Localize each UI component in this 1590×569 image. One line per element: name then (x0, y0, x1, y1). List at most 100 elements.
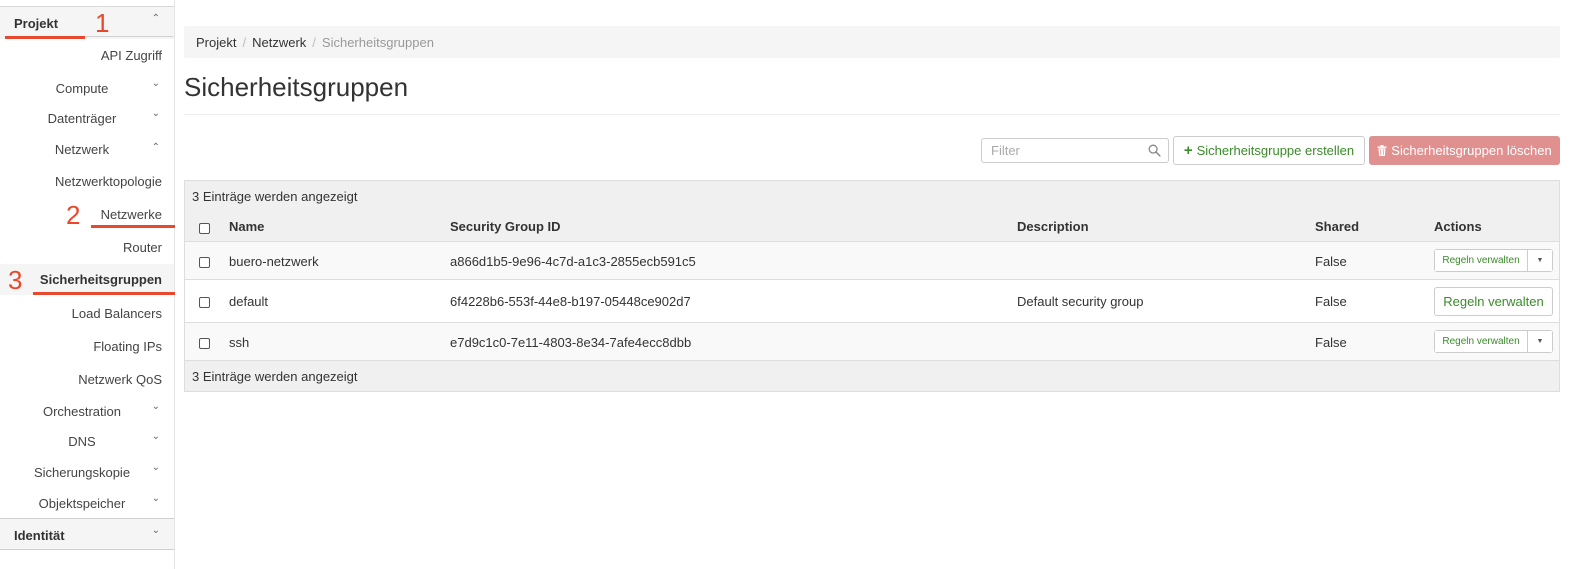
annotation-underline-3 (33, 292, 175, 295)
table-count-top: 3 Einträge werden angezeigt (185, 181, 1559, 211)
filter-field (981, 138, 1169, 163)
sidebar-item-label: Netzwerk QoS (78, 372, 162, 387)
row-checkbox[interactable] (199, 297, 210, 308)
table-header: Name Security Group ID Description Share… (185, 211, 1559, 242)
row-shared: False (1315, 254, 1347, 269)
sidebar-item-compute[interactable]: Compute ⌄ (0, 74, 174, 104)
sidebar-item-label: Sicherungskopie (33, 465, 131, 480)
sidebar-section-projekt[interactable]: Projekt ⌃ (0, 7, 174, 39)
sidebar-item-netzwerk[interactable]: Netzwerk ⌃ (0, 135, 174, 165)
chevron-down-icon: ⌄ (151, 493, 160, 504)
sidebar-item-label: Netzwerke (100, 207, 162, 222)
chevron-down-icon: ⌄ (151, 431, 160, 442)
sidebar-item-api-zugriff[interactable]: API Zugriff (0, 41, 174, 71)
breadcrumb-item-projekt[interactable]: Projekt (196, 35, 236, 50)
sidebar-item-router[interactable]: Router (0, 233, 174, 263)
row-name: ssh (229, 335, 250, 350)
sidebar: Projekt ⌃ 1 API Zugriff Compute ⌄ Datent… (0, 0, 175, 569)
sidebar-item-label: Floating IPs (93, 339, 162, 354)
column-header-shared[interactable]: Shared (1315, 219, 1359, 234)
column-header-security-group-id[interactable]: Security Group ID (450, 219, 561, 234)
sidebar-top-divider (0, 0, 174, 7)
sidebar-item-label: Load Balancers (71, 306, 162, 321)
trash-icon (1377, 145, 1387, 156)
row-shared: False (1315, 294, 1347, 309)
security-groups-table: 3 Einträge werden angezeigt Name Securit… (184, 180, 1560, 392)
sidebar-item-label: Sicherheitsgruppen (39, 272, 162, 287)
sidebar-item-sicherheitsgruppen[interactable]: Sicherheitsgruppen (0, 264, 174, 295)
row-actions-split-button: Regeln verwalten ▼ (1434, 330, 1553, 353)
sidebar-item-label: Netzwerktopologie (55, 174, 162, 189)
title-divider (184, 114, 1560, 115)
sidebar-item-orchestration[interactable]: Orchestration ⌄ (0, 397, 174, 427)
row-name: buero-netzwerk (229, 254, 319, 269)
manage-rules-button[interactable]: Regeln verwalten (1435, 250, 1528, 271)
chevron-down-icon: ⌄ (151, 525, 160, 536)
column-header-name[interactable]: Name (229, 219, 264, 234)
row-security-group-id: e7d9c1c0-7e11-4803-8e34-7afe4ecc8dbb (450, 335, 692, 350)
filter-input[interactable] (982, 139, 1142, 162)
sidebar-item-objektspeicher[interactable]: Objektspeicher ⌄ (0, 489, 174, 519)
row-description: Default security group (1017, 294, 1144, 309)
sidebar-item-label: Objektspeicher (38, 496, 126, 511)
select-all-checkbox[interactable] (199, 223, 210, 234)
sidebar-item-floating-ips[interactable]: Floating IPs (0, 332, 174, 362)
manage-rules-button[interactable]: Regeln verwalten (1435, 331, 1528, 352)
column-header-actions: Actions (1434, 219, 1482, 234)
row-checkbox[interactable] (199, 257, 210, 268)
manage-rules-button[interactable]: Regeln verwalten (1434, 287, 1553, 316)
chevron-down-icon: ⌄ (151, 401, 160, 412)
chevron-down-icon: ⌄ (151, 78, 160, 89)
row-checkbox[interactable] (199, 338, 210, 349)
sidebar-item-label: Router (122, 240, 162, 255)
sidebar-section-identitaet[interactable]: Identität ⌄ (0, 518, 174, 550)
sidebar-item-label: Orchestration (42, 404, 122, 419)
chevron-up-icon: ⌃ (151, 13, 160, 24)
annotation-number-3: 3 (8, 265, 23, 295)
annotation-underline-2 (91, 225, 175, 228)
sidebar-item-sicherungskopie[interactable]: Sicherungskopie ⌄ (0, 458, 174, 488)
breadcrumb-separator: / (242, 34, 247, 50)
sidebar-section-label: Projekt (14, 16, 59, 31)
caret-down-icon[interactable]: ▼ (1528, 331, 1552, 352)
create-security-group-label: Sicherheitsgruppe erstellen (1196, 143, 1355, 158)
sidebar-item-label: DNS (68, 434, 96, 449)
annotation-number-2: 2 (66, 200, 81, 230)
table-row: default 6f4228b6-553f-44e8-b197-05448ce9… (185, 280, 1559, 323)
sidebar-item-datentraeger[interactable]: Datenträger ⌄ (0, 104, 174, 134)
sidebar-section-label: Identität (14, 528, 65, 543)
table-row: buero-netzwerk a866d1b5-9e96-4c7d-a1c3-2… (185, 242, 1559, 280)
row-security-group-id: 6f4228b6-553f-44e8-b197-05448ce902d7 (450, 294, 691, 309)
row-shared: False (1315, 335, 1347, 350)
sidebar-item-netzwerk-qos[interactable]: Netzwerk QoS (0, 365, 174, 395)
table-row: ssh e7d9c1c0-7e11-4803-8e34-7afe4ecc8dbb… (185, 323, 1559, 361)
breadcrumb: Projekt / Netzwerk / Sicherheitsgruppen (184, 26, 1560, 58)
delete-security-groups-label: Sicherheitsgruppen löschen (1391, 143, 1552, 158)
chevron-down-icon: ⌄ (151, 108, 160, 119)
breadcrumb-item-netzwerk[interactable]: Netzwerk (252, 35, 306, 50)
chevron-down-icon: ⌄ (151, 462, 160, 473)
breadcrumb-separator: / (312, 34, 316, 50)
row-security-group-id: a866d1b5-9e96-4c7d-a1c3-2855ecb591c5 (450, 254, 696, 269)
annotation-number-1: 1 (95, 8, 110, 38)
sidebar-item-label: Datenträger (47, 111, 117, 126)
annotation-underline-1 (5, 36, 85, 39)
search-icon[interactable] (1148, 144, 1161, 157)
row-actions-split-button: Regeln verwalten ▼ (1434, 249, 1553, 272)
table-count-bottom: 3 Einträge werden angezeigt (185, 361, 1559, 391)
row-name: default (229, 294, 269, 309)
create-security-group-button[interactable]: + Sicherheitsgruppe erstellen (1173, 136, 1365, 165)
page-title: Sicherheitsgruppen (184, 72, 409, 102)
caret-down-icon[interactable]: ▼ (1528, 250, 1552, 271)
sidebar-item-label: Compute (55, 81, 109, 96)
sidebar-item-dns[interactable]: DNS ⌄ (0, 427, 174, 457)
sidebar-item-netzwerktopologie[interactable]: Netzwerktopologie (0, 167, 174, 197)
delete-security-groups-button[interactable]: Sicherheitsgruppen löschen (1369, 136, 1560, 165)
chevron-up-icon: ⌃ (151, 142, 160, 153)
sidebar-item-label: API Zugriff (100, 48, 162, 63)
sidebar-item-label: Netzwerk (54, 142, 110, 157)
sidebar-item-load-balancers[interactable]: Load Balancers (0, 299, 174, 329)
breadcrumb-item-current: Sicherheitsgruppen (321, 34, 434, 50)
plus-icon: + (1183, 142, 1193, 159)
column-header-description[interactable]: Description (1017, 219, 1089, 234)
